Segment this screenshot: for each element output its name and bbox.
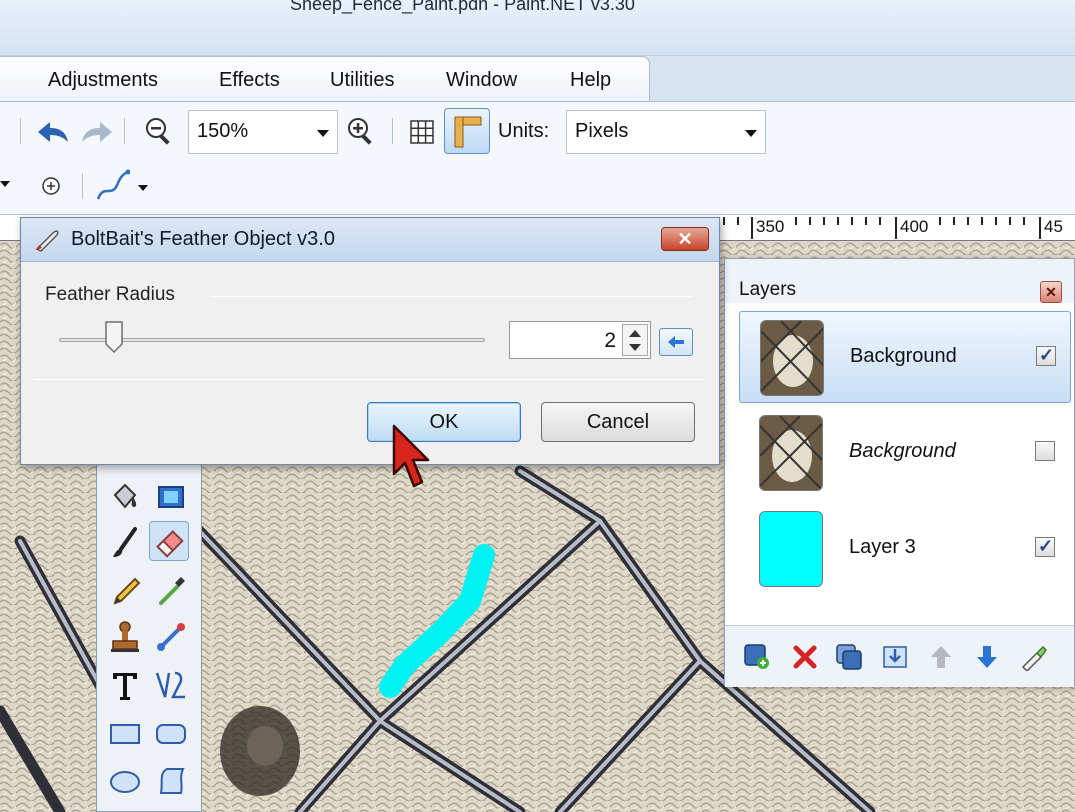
add-layer-icon[interactable] [743, 643, 771, 671]
dialog-divider [35, 379, 705, 380]
tools-palette [96, 430, 202, 812]
units-label: Units: [498, 120, 550, 142]
slider-thumb[interactable] [104, 320, 124, 354]
ok-button[interactable]: OK [367, 402, 521, 442]
feather-object-dialog: BoltBait's Feather Object v3.0 ✕ Feather… [20, 217, 720, 465]
feather-radius-label: Feather Radius [45, 284, 175, 305]
delete-layer-icon[interactable] [791, 643, 819, 671]
chevron-down-icon[interactable] [138, 185, 148, 191]
layer-thumbnail [759, 415, 823, 491]
layers-close-button[interactable]: ✕ [1040, 281, 1062, 303]
layer-properties-icon[interactable] [1019, 643, 1047, 671]
toolbar-separator [392, 118, 393, 144]
paint-net-window: Sheep_Fence_Paint.pdn - Paint.NET v3.30 … [0, 0, 1075, 812]
move-layer-up-icon[interactable] [927, 643, 955, 671]
layer-row[interactable]: Layer 3 ✓ [739, 503, 1071, 595]
antialias-icon[interactable] [40, 175, 62, 197]
layer-name: Layer 3 [849, 536, 916, 558]
menu-window[interactable]: Window [446, 69, 517, 92]
redo-icon[interactable] [80, 120, 114, 144]
checkmark-icon: ✓ [1039, 345, 1055, 365]
feather-radius-value: 2 [604, 329, 616, 352]
layer-visibility-checkbox[interactable] [1035, 441, 1055, 461]
group-divider [211, 296, 691, 297]
layers-panel: Layers ✕ Background ✓ Background Layer 3… [724, 258, 1075, 687]
move-layer-down-icon[interactable] [973, 643, 1001, 671]
ruler-label: 400 [900, 217, 929, 236]
undo-icon[interactable] [36, 120, 70, 144]
dialog-title-bar[interactable]: BoltBait's Feather Object v3.0 ✕ [21, 218, 719, 262]
layer-visibility-checkbox[interactable]: ✓ [1036, 345, 1056, 366]
curve-line-icon[interactable] [96, 169, 130, 201]
ruler-label: 45 [1044, 217, 1063, 236]
layers-toolbar [725, 625, 1074, 687]
close-icon: ✕ [677, 229, 693, 249]
layer-thumbnail [760, 320, 824, 396]
zoom-combo[interactable]: 150% [188, 110, 338, 154]
ellipse-icon[interactable] [105, 761, 145, 801]
merge-layer-down-icon[interactable] [881, 643, 909, 671]
menu-adjustments[interactable]: Adjustments [48, 69, 158, 92]
chevron-down-icon [317, 130, 329, 137]
rectangle-icon[interactable] [105, 713, 145, 753]
toolbar-separator [124, 118, 125, 144]
paintbrush-icon[interactable] [105, 523, 145, 563]
layer-thumbnail [759, 511, 823, 587]
ruler-toggle-button[interactable] [444, 108, 490, 154]
feather-plugin-icon [35, 230, 59, 252]
layer-name: Background [849, 440, 956, 462]
close-icon: ✕ [1045, 284, 1057, 300]
layer-name: Background [850, 345, 957, 367]
zoom-out-icon[interactable] [144, 116, 174, 146]
mouse-cursor-icon [392, 424, 430, 488]
rounded-rectangle-icon[interactable] [151, 713, 191, 753]
ruler-icon [454, 116, 482, 148]
menu-effects[interactable]: Effects [219, 69, 280, 92]
window-title: Sheep_Fence_Paint.pdn - Paint.NET v3.30 [290, 0, 635, 14]
title-bar: Sheep_Fence_Paint.pdn - Paint.NET v3.30 [0, 0, 1075, 56]
menu-bar: Adjustments Effects Utilities Window Hel… [0, 56, 650, 102]
zoom-value: 150% [197, 120, 249, 142]
clone-stamp-icon[interactable] [105, 617, 145, 657]
layer-row[interactable]: Background ✓ [739, 311, 1071, 403]
tool-options-toolbar [0, 159, 1075, 215]
dialog-close-button[interactable]: ✕ [661, 227, 709, 251]
feather-radius-input[interactable]: 2 [509, 321, 651, 359]
spin-down-icon[interactable] [629, 344, 641, 351]
main-toolbar: 150% Units: Pixels [0, 101, 1075, 159]
layers-header: Layers ✕ [725, 259, 1074, 303]
toolbar-separator [20, 118, 21, 144]
layer-visibility-checkbox[interactable]: ✓ [1035, 536, 1055, 557]
layer-row[interactable]: Background [739, 407, 1071, 499]
spin-up-icon[interactable] [629, 330, 641, 337]
radius-spinner[interactable] [622, 324, 648, 356]
duplicate-layer-icon[interactable] [835, 643, 863, 671]
eraser-tool-button[interactable] [149, 521, 189, 561]
reset-arrow-icon [668, 336, 684, 348]
zoom-in-icon[interactable] [346, 116, 376, 146]
pencil-icon[interactable] [105, 571, 145, 611]
layers-title: Layers [739, 279, 797, 300]
line-curve-icon[interactable] [151, 665, 191, 705]
cancel-button[interactable]: Cancel [541, 402, 695, 442]
checkmark-icon: ✓ [1038, 536, 1054, 556]
dialog-title: BoltBait's Feather Object v3.0 [71, 228, 335, 250]
menu-help[interactable]: Help [570, 69, 611, 92]
units-combo[interactable]: Pixels [566, 110, 766, 154]
chevron-down-icon[interactable] [0, 181, 10, 187]
reset-radius-button[interactable] [659, 328, 693, 356]
text-icon[interactable] [105, 665, 145, 705]
eraser-icon [156, 530, 184, 558]
paint-bucket-icon[interactable] [105, 477, 145, 517]
freeform-shape-icon[interactable] [151, 761, 191, 801]
recolor-icon[interactable] [151, 617, 191, 657]
units-value: Pixels [575, 120, 629, 142]
gradient-icon[interactable] [151, 477, 191, 517]
ruler-label: 350 [756, 217, 785, 236]
color-picker-icon[interactable] [151, 571, 191, 611]
grid-icon[interactable] [410, 120, 434, 144]
chevron-down-icon [745, 130, 757, 137]
menu-utilities[interactable]: Utilities [330, 69, 394, 92]
toolbar-separator [82, 173, 83, 199]
